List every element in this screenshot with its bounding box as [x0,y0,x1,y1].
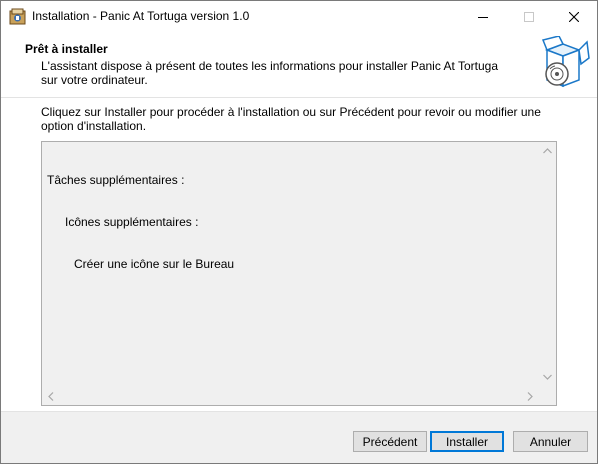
window-title: Installation - Panic At Tortuga version … [32,9,250,23]
scroll-right-icon[interactable] [527,392,533,401]
installer-window: Installation - Panic At Tortuga version … [0,0,598,464]
scroll-up-icon[interactable] [543,148,552,154]
scroll-left-icon[interactable] [48,392,54,401]
maximize-button[interactable] [506,1,552,32]
ready-memo[interactable]: Tâches supplémentaires : Icônes suppléme… [41,141,557,406]
memo-line: Créer une icône sur le Bureau [74,257,235,271]
minimize-icon [478,16,488,18]
install-button[interactable]: Installer [430,431,504,452]
back-button[interactable]: Précédent [353,431,427,452]
wizard-header: Prêt à installer L'assistant dispose à p… [1,32,597,96]
minimize-button[interactable] [460,1,506,32]
box-disc-icon [541,36,590,88]
page-description: L'assistant dispose à présent de toutes … [41,59,498,87]
vertical-scrollbar[interactable] [539,142,556,388]
maximize-icon [524,11,534,22]
memo-line: Tâches supplémentaires : [47,173,185,187]
button-bar: Précédent Installer Annuler [1,412,597,463]
title-bar[interactable]: Installation - Panic At Tortuga version … [1,1,597,32]
page-title: Prêt à installer [25,42,108,56]
scrollbar-corner [539,388,556,405]
memo-line: Icônes supplémentaires : [65,215,199,229]
horizontal-scrollbar[interactable] [42,388,539,405]
scroll-down-icon[interactable] [543,374,552,380]
memo-content: Tâches supplémentaires : Icônes suppléme… [47,145,234,299]
instructions-text: Cliquez sur Installer pour procéder à l'… [41,105,541,133]
close-button[interactable] [551,1,597,32]
wizard-body: Cliquez sur Installer pour procéder à l'… [1,98,597,411]
setup-app-icon [9,8,26,25]
cancel-button[interactable]: Annuler [513,431,588,452]
close-icon [569,11,579,22]
